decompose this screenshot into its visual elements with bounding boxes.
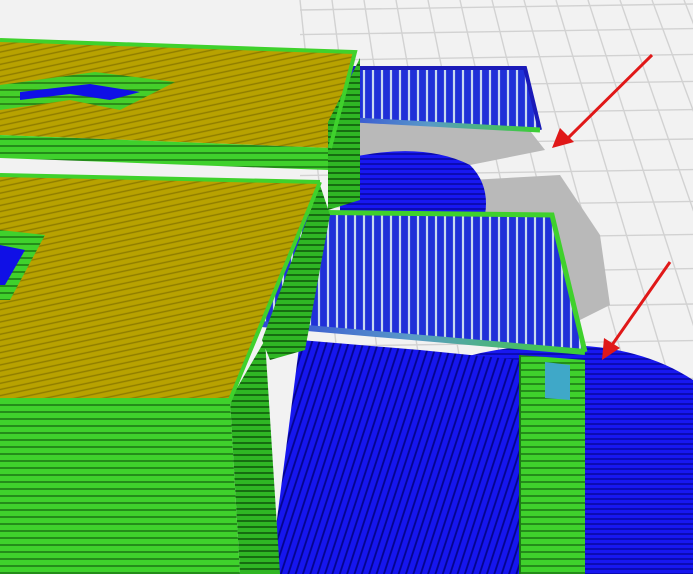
support-pillar-model bbox=[519, 355, 585, 574]
3d-preview-viewport[interactable] bbox=[0, 0, 693, 574]
print-preview-scene[interactable] bbox=[0, 0, 693, 574]
